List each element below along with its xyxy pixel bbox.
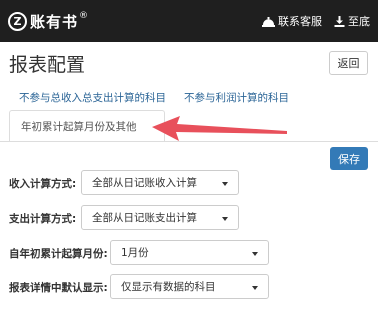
contact-support-link[interactable]: 联系客服 xyxy=(262,13,322,29)
back-button[interactable]: 返回 xyxy=(329,51,368,75)
download-icon xyxy=(334,15,345,27)
logo-text: 账有书 xyxy=(30,12,79,31)
top-nav: 联系客服 至底 xyxy=(262,13,370,29)
logo[interactable]: Z 账有书 ® xyxy=(8,11,88,31)
tab-start-month-and-other[interactable]: 年初累计起算月份及其他 xyxy=(9,110,165,142)
go-bottom-label: 至底 xyxy=(348,15,370,28)
chevron-down-icon xyxy=(222,217,228,221)
expense-method-select[interactable]: 全部从日记账支出计算 xyxy=(81,205,239,230)
start-month-label: 自年初累计起算月份: xyxy=(9,248,108,260)
chevron-down-icon xyxy=(252,286,258,290)
save-button[interactable]: 保存 xyxy=(330,147,368,170)
registered-mark: ® xyxy=(79,11,89,21)
page-title: 报表配置 xyxy=(9,54,86,76)
chevron-down-icon xyxy=(222,182,228,186)
default-display-label: 报表详情中默认显示: xyxy=(9,282,108,294)
tab-excluded-income-expense[interactable]: 不参与总收入总支出计算的科目 xyxy=(19,90,166,105)
customer-service-icon xyxy=(262,16,275,27)
annotation-arrow-icon xyxy=(152,116,287,141)
expense-method-value: 全部从日记账支出计算 xyxy=(92,212,197,224)
income-method-label: 收入计算方式: xyxy=(9,178,77,190)
default-display-value: 仅显示有数据的科目 xyxy=(121,281,216,293)
start-month-select[interactable]: 1月份 xyxy=(110,240,269,265)
logo-mark-icon: Z xyxy=(8,11,27,31)
contact-support-label: 联系客服 xyxy=(278,15,322,28)
tab-start-month-label: 年初累计起算月份及其他 xyxy=(21,121,137,133)
expense-method-label: 支出计算方式: xyxy=(9,213,77,225)
income-method-select[interactable]: 全部从日记账收入计算 xyxy=(81,170,239,195)
default-display-select[interactable]: 仅显示有数据的科目 xyxy=(110,274,269,299)
chevron-down-icon xyxy=(252,252,258,256)
top-bar: Z 账有书 ® 联系客服 至底 xyxy=(0,0,378,42)
income-method-value: 全部从日记账收入计算 xyxy=(92,177,197,189)
tab-excluded-profit[interactable]: 不参与利润计算的科目 xyxy=(184,90,289,105)
go-bottom-link[interactable]: 至底 xyxy=(334,13,370,29)
start-month-value: 1月份 xyxy=(121,247,149,259)
